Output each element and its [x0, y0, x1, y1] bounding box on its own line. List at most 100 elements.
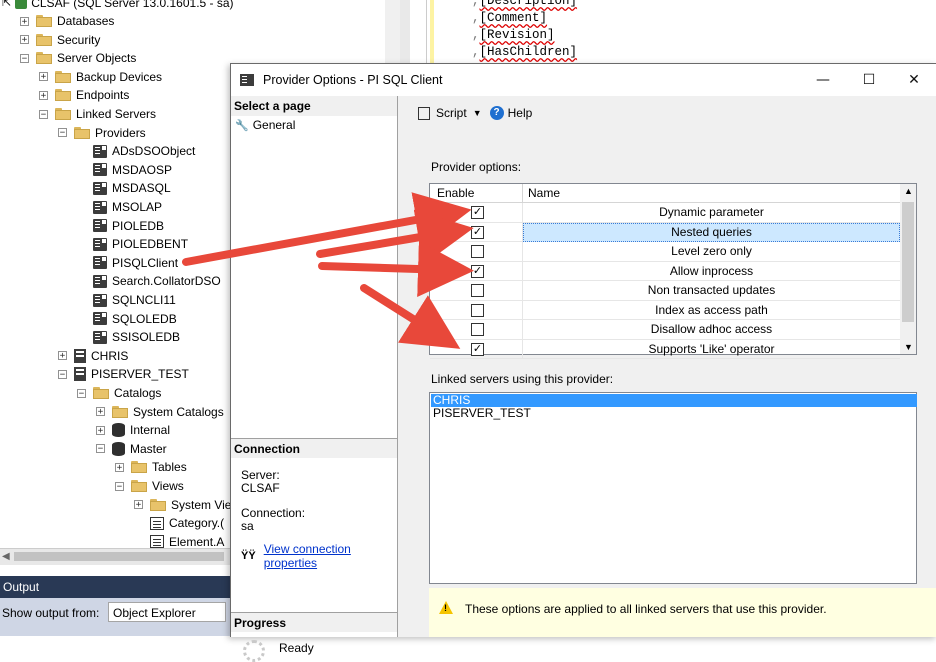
- tree-node[interactable]: PIOLEDB: [93, 217, 164, 235]
- name-column-header[interactable]: Name: [528, 186, 560, 200]
- option-checkbox-checked[interactable]: ✓: [471, 206, 484, 219]
- tree-node[interactable]: + System Vie: [134, 496, 231, 514]
- scroll-left-icon[interactable]: ◀: [2, 551, 10, 562]
- code-line[interactable]: ,[Revision]: [472, 28, 555, 42]
- provider-icon: [93, 237, 107, 251]
- option-checkbox-checked[interactable]: ✓: [471, 342, 484, 356]
- grid-scroll-thumb[interactable]: [902, 202, 914, 322]
- minimize-button[interactable]: —: [800, 64, 846, 96]
- script-icon[interactable]: [418, 106, 430, 120]
- folder-icon: [93, 387, 109, 399]
- tree-node[interactable]: SQLNCLI11: [93, 291, 176, 309]
- linked-server-item[interactable]: PISERVER_TEST: [431, 407, 917, 420]
- option-row[interactable]: Level zero only: [430, 242, 900, 262]
- option-row[interactable]: ✓ Nested queries: [430, 222, 900, 242]
- view-connection-link[interactable]: View connection properties: [264, 542, 397, 570]
- option-checkbox[interactable]: [471, 303, 484, 317]
- help-button[interactable]: Help: [508, 106, 533, 120]
- tree-node[interactable]: Element.A: [150, 533, 224, 548]
- expand-icon[interactable]: +: [115, 462, 124, 472]
- maximize-button[interactable]: ☐: [846, 64, 892, 96]
- expand-icon[interactable]: +: [39, 72, 48, 82]
- tree-node[interactable]: − Catalogs: [77, 384, 161, 402]
- tree-root[interactable]: ⇱ CLSAF (SQL Server 13.0.1601.5 - sa): [2, 0, 234, 12]
- expand-icon[interactable]: +: [20, 16, 29, 26]
- collapse-icon[interactable]: −: [96, 444, 105, 454]
- script-dropdown-icon[interactable]: ▼: [473, 108, 482, 118]
- tree-node[interactable]: + Backup Devices: [39, 68, 162, 86]
- tree-node[interactable]: + Endpoints: [39, 86, 129, 104]
- linked-servers-list[interactable]: CHRIS PISERVER_TEST: [429, 392, 917, 584]
- code-line[interactable]: ,[Comment]: [472, 11, 547, 25]
- dialog-titlebar[interactable]: Provider Options - PI SQL Client — ☐ ✕: [231, 64, 936, 96]
- code-comma: ,: [472, 0, 480, 8]
- expand-icon[interactable]: +: [96, 425, 105, 435]
- expand-icon[interactable]: +: [96, 407, 105, 417]
- collapse-icon[interactable]: −: [77, 388, 86, 398]
- tree-node-label: Master: [130, 441, 167, 456]
- tree-node[interactable]: + System Catalogs: [96, 403, 224, 421]
- scroll-thumb[interactable]: [14, 552, 224, 561]
- option-row[interactable]: ✓ Allow inprocess: [430, 261, 900, 281]
- tree-node[interactable]: PISQLClient: [93, 254, 178, 272]
- script-button[interactable]: Script: [436, 106, 467, 120]
- help-icon[interactable]: ?: [489, 106, 504, 120]
- expand-icon[interactable]: +: [39, 90, 48, 100]
- close-button[interactable]: ✕: [891, 64, 936, 96]
- expand-icon[interactable]: +: [58, 351, 67, 361]
- tree-node[interactable]: Category.(: [150, 514, 224, 532]
- option-checkbox-checked[interactable]: ✓: [471, 225, 484, 239]
- enable-column-header[interactable]: Enable: [437, 186, 474, 200]
- grid-header: Enable Name: [430, 184, 900, 203]
- tree-node[interactable]: − Master: [96, 440, 167, 458]
- tree-node[interactable]: + Tables: [115, 458, 187, 476]
- expand-icon[interactable]: +: [134, 500, 143, 510]
- tree-node-label: Search.CollatorDSO: [112, 274, 221, 289]
- expand-icon[interactable]: +: [20, 35, 29, 45]
- tree-vertical-scrollbar[interactable]: [385, 0, 400, 66]
- tree-node[interactable]: + CHRIS: [58, 347, 128, 365]
- grid-vertical-scrollbar[interactable]: ▲ ▼: [900, 184, 916, 354]
- tree-node[interactable]: ADsDSOObject: [93, 142, 195, 160]
- linked-servers-label: Linked servers using this provider:: [431, 372, 614, 386]
- tree-node[interactable]: + Databases: [20, 12, 114, 30]
- option-row[interactable]: Disallow adhoc access: [430, 320, 900, 340]
- option-row[interactable]: Index as access path: [430, 300, 900, 320]
- tree-node[interactable]: SQLOLEDB: [93, 310, 177, 328]
- tree-node[interactable]: MSOLAP: [93, 198, 162, 216]
- page-item-general[interactable]: 🔧 General: [235, 118, 295, 132]
- tree-node[interactable]: MSDAOSP: [93, 161, 172, 179]
- option-checkbox[interactable]: [471, 284, 484, 297]
- tree-node[interactable]: − Providers: [58, 124, 146, 142]
- tree-node[interactable]: SSISOLEDB: [93, 328, 180, 346]
- tree-node[interactable]: PIOLEDBENT: [93, 235, 188, 253]
- option-checkbox[interactable]: [471, 323, 484, 336]
- tree-node-label: Endpoints: [76, 88, 130, 103]
- tree-node[interactable]: + Security: [20, 31, 100, 49]
- connection-value: sa: [241, 519, 254, 533]
- collapse-icon[interactable]: −: [58, 128, 67, 138]
- code-line[interactable]: ,[HasChildren]: [472, 45, 577, 59]
- view-connection-properties[interactable]: ŸŸ View connection properties: [241, 542, 397, 570]
- show-output-select[interactable]: Object Explorer: [108, 602, 226, 622]
- scroll-up-icon[interactable]: ▲: [904, 186, 913, 196]
- option-checkbox[interactable]: [471, 245, 484, 258]
- tree-node[interactable]: MSDASQL: [93, 179, 171, 197]
- option-checkbox-checked[interactable]: ✓: [471, 264, 484, 278]
- collapse-icon[interactable]: −: [115, 481, 124, 491]
- tree-node-label: PISQLClient: [112, 255, 179, 270]
- option-row[interactable]: ✓ Supports 'Like' operator: [430, 339, 900, 359]
- scroll-down-icon[interactable]: ▼: [904, 342, 913, 352]
- tree-node[interactable]: Search.CollatorDSO: [93, 272, 221, 290]
- tree-node[interactable]: − Views: [115, 477, 184, 495]
- tree-node[interactable]: − Server Objects: [20, 49, 136, 67]
- option-row[interactable]: Non transacted updates: [430, 281, 900, 301]
- tree-node[interactable]: + Internal: [96, 421, 170, 439]
- option-row[interactable]: ✓ Dynamic parameter: [430, 203, 900, 223]
- code-line[interactable]: ,[Description]: [472, 0, 577, 8]
- collapse-icon[interactable]: −: [58, 369, 67, 379]
- collapse-icon[interactable]: −: [39, 109, 48, 119]
- collapse-icon[interactable]: −: [20, 53, 29, 63]
- tree-node[interactable]: − Linked Servers: [39, 105, 156, 123]
- tree-node[interactable]: − PISERVER_TEST: [58, 365, 189, 383]
